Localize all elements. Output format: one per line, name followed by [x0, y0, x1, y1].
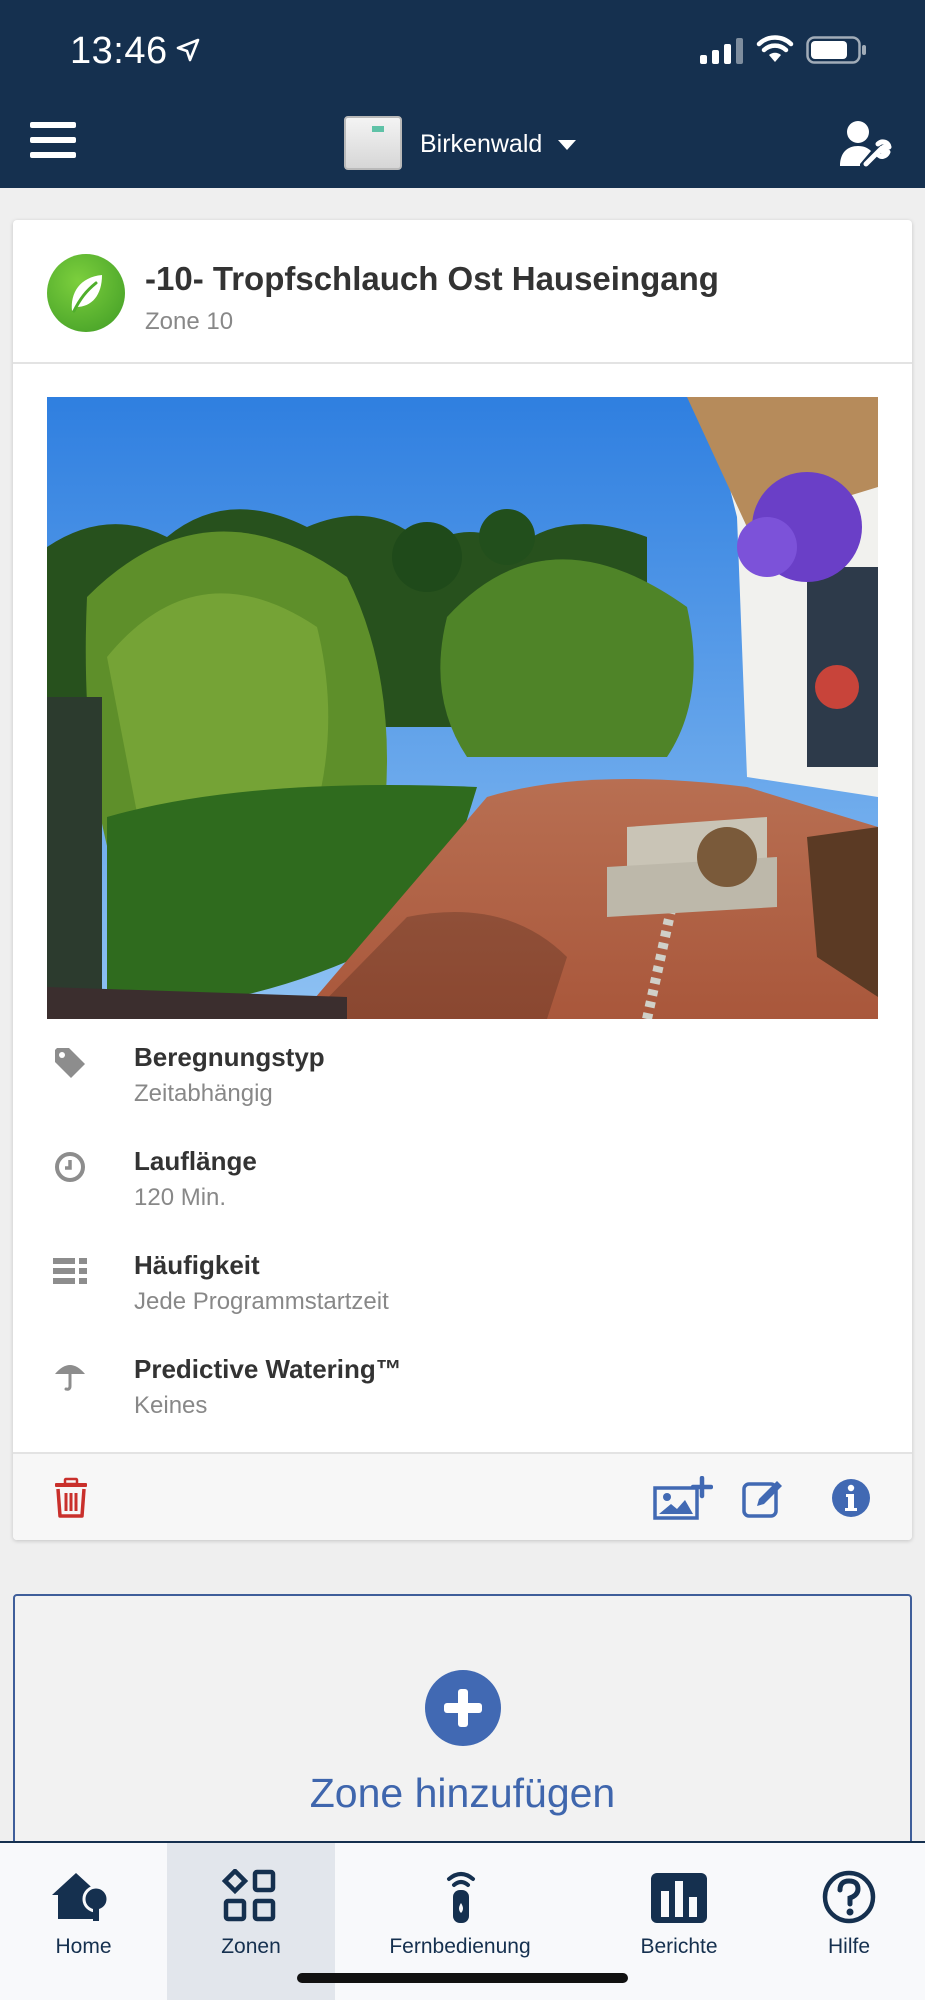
tag-icon [55, 1048, 85, 1078]
tab-help[interactable]: Hilfe [773, 1843, 925, 2000]
user-settings-icon[interactable] [838, 118, 892, 170]
battery-icon [806, 36, 866, 64]
tab-label: Zonen [221, 1935, 281, 1958]
hamburger-menu-icon[interactable] [30, 122, 76, 162]
app-header: 13:46 Birkenwald [0, 0, 925, 188]
detail-value: Keines [134, 1392, 208, 1419]
info-icon[interactable] [829, 1476, 873, 1520]
detail-predictive-watering: Predictive Watering™ Keines [13, 1352, 912, 1442]
add-photo-icon[interactable] [653, 1476, 713, 1520]
tab-label: Hilfe [827, 1935, 870, 1958]
frequency-icon [53, 1258, 87, 1284]
detail-label: Predictive Watering™ [134, 1354, 402, 1384]
zone-card: -10- Tropfschlauch Ost Hauseingang Zone … [13, 220, 912, 1540]
detail-label: Beregnungstyp [134, 1042, 325, 1072]
umbrella-icon [55, 1365, 85, 1391]
edit-icon[interactable] [741, 1476, 785, 1520]
detail-value: Jede Programmstartzeit [134, 1288, 389, 1315]
tab-label: Fernbedienung [389, 1935, 531, 1958]
tab-home[interactable]: Home [0, 1843, 167, 2000]
zones-grid-icon [221, 1869, 276, 1922]
detail-frequency: Häufigkeit Jede Programmstartzeit [13, 1248, 912, 1338]
home-indicator [297, 1973, 628, 1983]
zone-title: -10- Tropfschlauch Ost Hauseingang [145, 260, 719, 297]
detail-run-time: Lauflänge 120 Min. [13, 1144, 912, 1234]
detail-value: Zeitabhängig [134, 1080, 273, 1107]
location-arrow-icon [176, 38, 200, 62]
wifi-icon [756, 35, 794, 62]
zone-number: Zone 10 [145, 308, 234, 335]
divider [13, 362, 912, 364]
zone-leaf-badge [47, 254, 125, 332]
caret-down-icon[interactable] [558, 140, 576, 150]
controller-selector[interactable]: Birkenwald [420, 130, 542, 159]
remote-icon [447, 1872, 475, 1923]
controller-thumbnail[interactable] [344, 116, 402, 170]
tab-label: Home [55, 1935, 112, 1958]
trash-icon[interactable] [49, 1476, 93, 1520]
leaf-icon [71, 275, 102, 313]
tab-label: Berichte [640, 1935, 718, 1958]
cellular-signal-icon [700, 38, 743, 64]
home-icon [52, 1873, 110, 1921]
zone-action-bar [13, 1452, 912, 1540]
plus-circle-icon[interactable] [425, 1670, 501, 1746]
detail-label: Häufigkeit [134, 1250, 260, 1280]
status-time: 13:46 [70, 30, 168, 72]
reports-icon [651, 1873, 707, 1923]
add-zone-label[interactable]: Zone hinzufügen [15, 1770, 910, 1817]
help-icon [822, 1870, 876, 1924]
zone-photo[interactable] [47, 397, 878, 1019]
detail-irrigation-type: Beregnungstyp Zeitabhängig [13, 1040, 912, 1130]
clock-icon [55, 1152, 85, 1182]
detail-value: 120 Min. [134, 1184, 227, 1211]
detail-label: Lauflänge [134, 1146, 257, 1176]
